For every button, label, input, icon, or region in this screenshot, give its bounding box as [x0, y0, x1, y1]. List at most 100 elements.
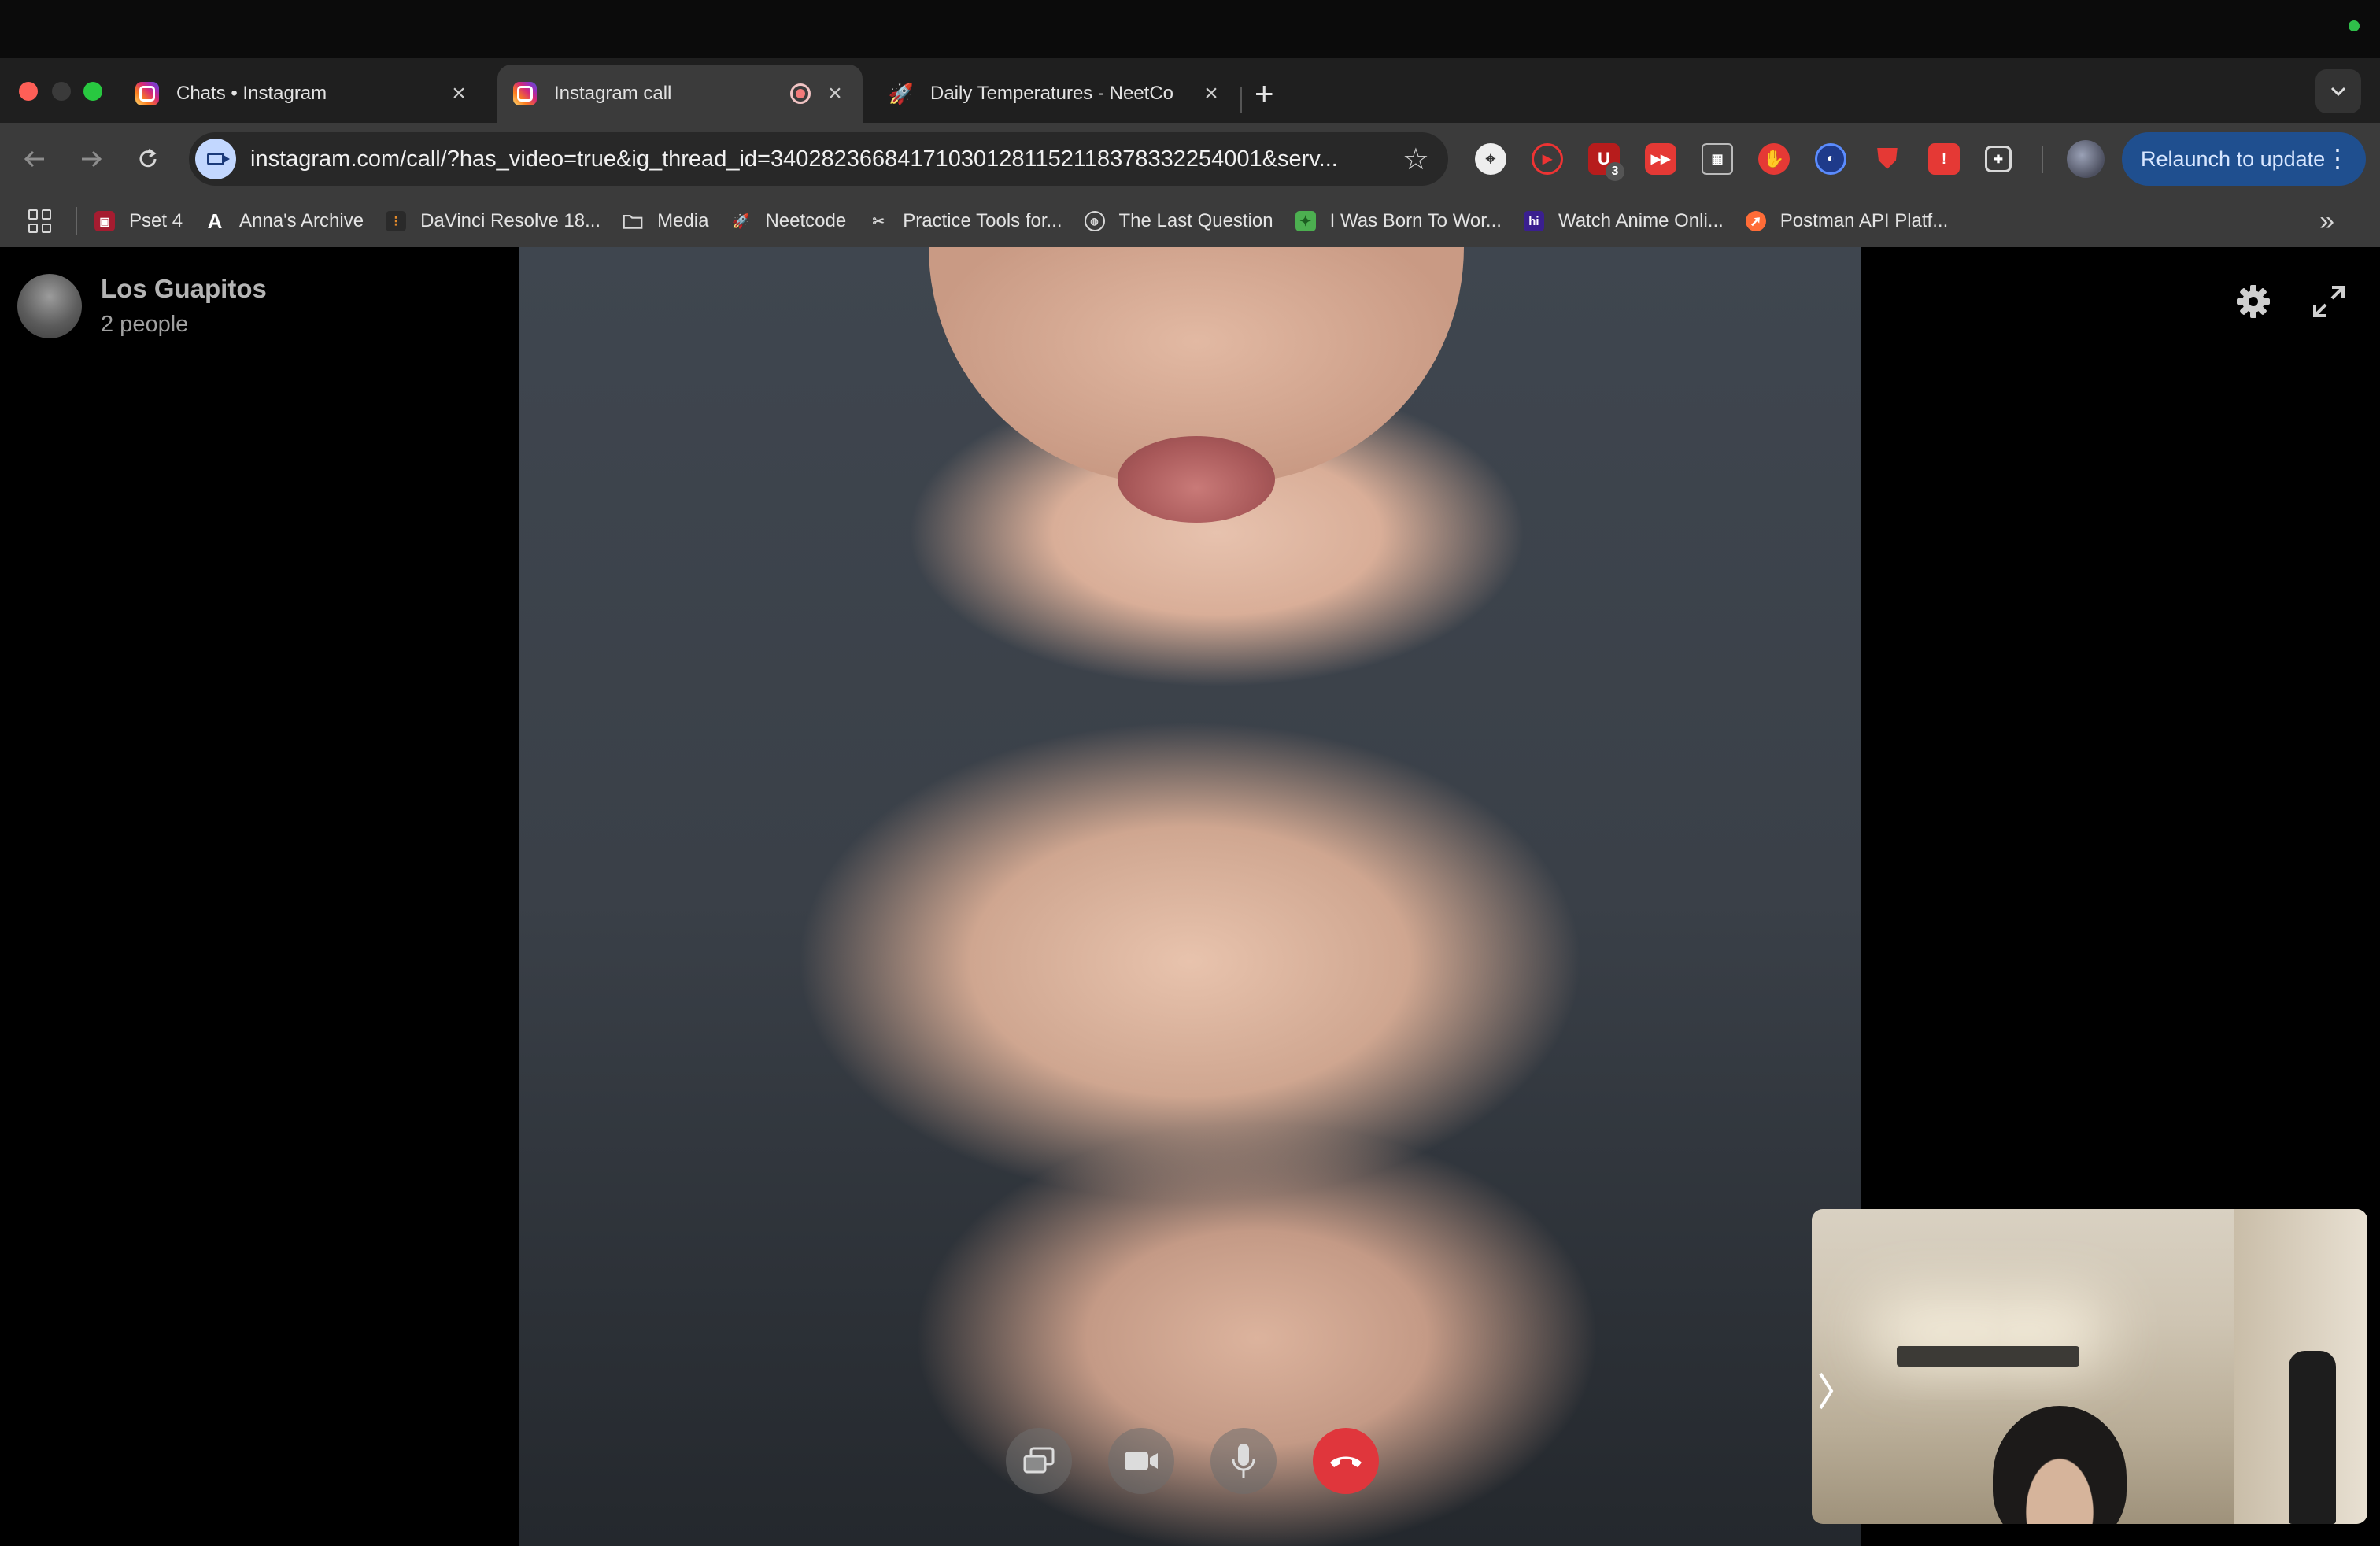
close-tab-icon[interactable]: × — [823, 80, 847, 107]
remote-participant-video — [519, 247, 1861, 1546]
tab-instagram-call[interactable]: Instagram call × — [497, 65, 863, 123]
tools-icon: ✂ — [872, 213, 885, 229]
rocket-icon: 🚀 — [732, 213, 750, 229]
video-frame-shape — [2289, 1351, 2336, 1524]
bookmark-davinci-resolve[interactable]: ⁝ DaVinci Resolve 18... — [386, 210, 601, 232]
tab-divider — [1240, 87, 1242, 113]
new-tab-button[interactable]: + — [1255, 72, 1274, 115]
tab-search-button[interactable] — [2315, 69, 2361, 113]
bookmark-practice-tools[interactable]: ✂ Practice Tools for... — [868, 210, 1062, 232]
os-menu-bar — [0, 0, 2380, 58]
screen-share-icon — [1023, 1447, 1055, 1474]
arrow-right-icon — [82, 150, 102, 168]
reload-button[interactable] — [129, 140, 167, 178]
puzzle-extensions-icon[interactable]: ✚ — [1985, 146, 2012, 172]
tab-title: Daily Temperatures - NeetCo — [930, 83, 1174, 104]
participant-count: 2 people — [101, 312, 189, 337]
microphone-icon — [1232, 1444, 1255, 1478]
maximize-window-button[interactable] — [83, 82, 102, 101]
arrow-left-icon — [24, 150, 44, 168]
compass-extension-icon[interactable]: ⌖ — [1475, 143, 1506, 175]
letter-a-icon: A — [207, 209, 223, 233]
neetcode-rocket-icon: 🚀 — [888, 81, 915, 105]
bookmark-label: Practice Tools for... — [903, 210, 1062, 231]
end-call-button[interactable] — [1313, 1428, 1379, 1494]
relaunch-update-button[interactable]: Relaunch to update ⋮ — [2122, 132, 2366, 186]
chevron-down-icon — [2330, 87, 2346, 97]
folder-icon — [623, 214, 643, 229]
tab-title: Chats • Instagram — [176, 83, 327, 104]
fullscreen-button[interactable] — [2309, 282, 2349, 321]
self-preview-video[interactable] — [1812, 1209, 2367, 1524]
site-info-button[interactable] — [195, 139, 236, 179]
tab-chats-instagram[interactable]: Chats • Instagram × — [120, 65, 486, 123]
hand-stop-extension-icon[interactable]: ✋ — [1758, 143, 1790, 175]
collapse-self-view-button[interactable] — [1810, 1363, 1842, 1418]
tab-strip: Chats • Instagram × Instagram call × 🚀 D… — [0, 58, 2380, 123]
close-window-button[interactable] — [19, 82, 38, 101]
recording-indicator-icon — [790, 83, 811, 104]
apps-grid-icon[interactable] — [28, 209, 52, 233]
bookmark-label: Watch Anime Onli... — [1558, 210, 1724, 231]
chevron-right-icon — [1819, 1372, 1834, 1410]
video-call-area: Los Guapitos 2 people — [0, 247, 2380, 1546]
bookmark-born-to-work[interactable]: ✦ I Was Born To Wor... — [1295, 210, 1502, 232]
camera-icon — [207, 153, 230, 165]
more-bookmarks-icon[interactable]: » — [2319, 206, 2334, 237]
profile-avatar[interactable] — [2067, 140, 2105, 178]
bookmark-pset-4[interactable]: ▣ Pset 4 — [94, 210, 183, 232]
bookmark-the-last-question[interactable]: ◍ The Last Question — [1084, 210, 1273, 232]
camera-toggle-button[interactable] — [1108, 1428, 1174, 1494]
bookmark-watch-anime[interactable]: hi Watch Anime Onli... — [1523, 210, 1724, 232]
video-frame-shape — [1118, 436, 1275, 523]
bookmark-neetcode[interactable]: 🚀 Neetcode — [730, 210, 846, 232]
group-name[interactable]: Los Guapitos — [101, 274, 267, 304]
youtube-alt-extension-icon[interactable]: ! — [1928, 143, 1960, 175]
forward-button[interactable] — [72, 140, 110, 178]
bookmark-label: DaVinci Resolve 18... — [420, 210, 601, 231]
extension-badge: 3 — [1606, 162, 1624, 181]
microphone-toggle-button[interactable] — [1210, 1428, 1277, 1494]
more-vertical-icon[interactable]: ⋮ — [2325, 145, 2350, 172]
keyboard-extension-icon[interactable]: ▦ — [1702, 143, 1733, 175]
close-tab-icon[interactable]: × — [1199, 80, 1223, 107]
bookmark-label: Anna's Archive — [239, 210, 364, 231]
instagram-icon — [513, 82, 537, 105]
group-avatar[interactable] — [17, 274, 82, 338]
youtube-extension-icon[interactable]: ▶▶ — [1645, 143, 1676, 175]
circle-extension-icon[interactable]: ◐ — [1815, 143, 1846, 175]
bookmark-media-folder[interactable]: Media — [623, 210, 708, 232]
close-tab-icon[interactable]: × — [447, 80, 471, 107]
reload-icon — [139, 148, 157, 168]
bookmark-label: I Was Born To Wor... — [1329, 210, 1502, 231]
bookmark-annas-archive[interactable]: A Anna's Archive — [205, 209, 364, 233]
call-controls — [1006, 1428, 1379, 1494]
gear-icon — [2237, 285, 2270, 318]
play-circle-extension-icon[interactable]: ▶ — [1532, 143, 1563, 175]
back-button[interactable] — [16, 140, 54, 178]
bookmark-star-icon[interactable]: ☆ — [1402, 142, 1429, 177]
hang-up-phone-icon — [1330, 1456, 1362, 1467]
bookmark-label: Media — [657, 210, 709, 231]
expand-icon — [2313, 286, 2345, 317]
ublock-extension-icon[interactable]: U 3 — [1588, 143, 1624, 181]
share-screen-button[interactable] — [1006, 1428, 1072, 1494]
shield-play-extension-icon[interactable]: ⛊ — [1872, 143, 1903, 175]
status-dot-icon — [2349, 20, 2360, 31]
davinci-icon: ⁝ — [386, 211, 407, 231]
postman-icon: ➚ — [1745, 211, 1766, 231]
browser-toolbar: instagram.com/call/?has_video=true&ig_th… — [0, 123, 2380, 195]
settings-button[interactable] — [2234, 282, 2273, 321]
tab-daily-temperatures[interactable]: 🚀 Daily Temperatures - NeetCo × — [874, 65, 1239, 123]
bookmark-label: Postman API Platf... — [1779, 210, 1949, 231]
toolbar-divider — [2042, 146, 2043, 173]
video-frame-shape — [1993, 1406, 2127, 1524]
globe-icon: ◍ — [1084, 211, 1105, 231]
instagram-icon — [135, 82, 159, 105]
address-bar[interactable]: instagram.com/call/?has_video=true&ig_th… — [189, 132, 1448, 186]
hi-anime-icon: hi — [1523, 211, 1544, 231]
minimize-window-button[interactable] — [52, 82, 71, 101]
url-text[interactable]: instagram.com/call/?has_video=true&ig_th… — [250, 146, 1390, 172]
bookmark-postman[interactable]: ➚ Postman API Platf... — [1745, 210, 1949, 232]
harvard-shield-icon: ▣ — [94, 211, 115, 231]
